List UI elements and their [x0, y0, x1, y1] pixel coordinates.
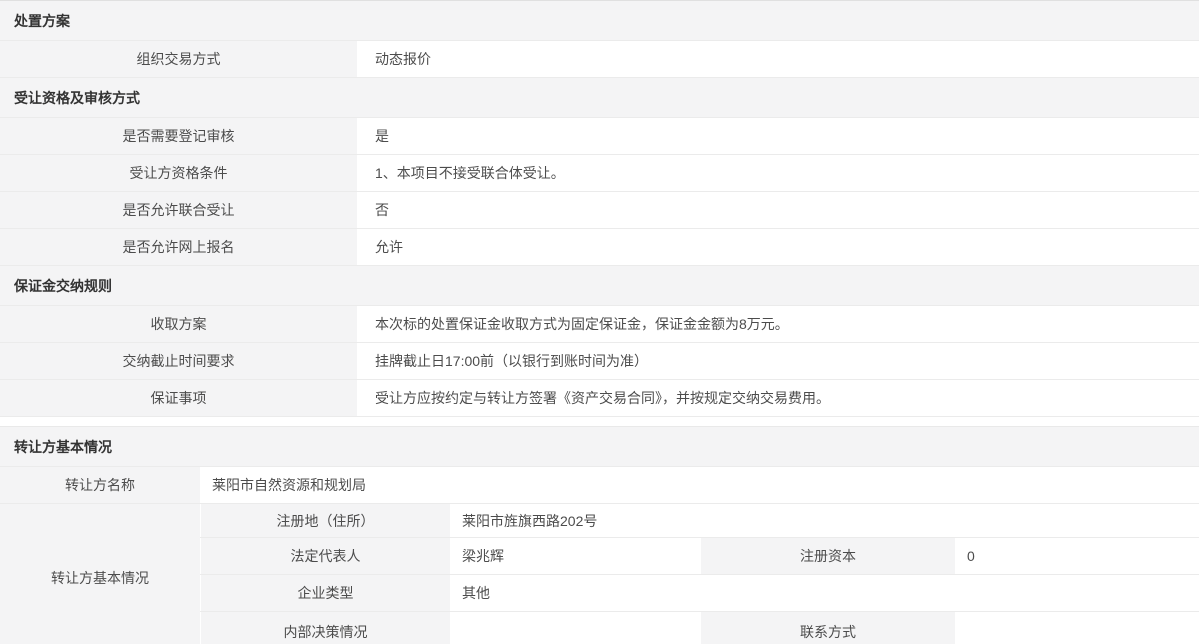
field-value-payment-deadline: 挂牌截止日17:00前（以银行到账时间为准） — [357, 343, 1199, 379]
field-label-registered-address: 注册地（住所） — [200, 504, 450, 537]
table-row: 保证事项 受让方应按约定与转让方签署《资产交易合同》，并按规定交纳交易费用。 — [0, 380, 1199, 417]
field-value-transferor-name: 莱阳市自然资源和规划局 — [200, 467, 1199, 503]
section-header-transferor-basic-info: 转让方基本情况 — [0, 427, 1199, 467]
field-label-trade-method: 组织交易方式 — [0, 41, 357, 77]
field-label-collection-plan: 收取方案 — [0, 306, 357, 342]
transferor-info-table: 转让方基本情况 转让方名称 莱阳市自然资源和规划局 转让方基本情况 注册地（住所… — [0, 426, 1199, 644]
listing-detail-page: 处置方案 组织交易方式 动态报价 受让资格及审核方式 是否需要登记审核 是 受让… — [0, 0, 1199, 644]
table-row: 法定代表人 梁兆辉 注册资本 0 — [200, 538, 1199, 575]
field-label-online-signup: 是否允许网上报名 — [0, 229, 357, 265]
field-value-collection-plan: 本次标的处置保证金收取方式为固定保证金，保证金金额为8万元。 — [357, 306, 1199, 342]
field-label-registration-review: 是否需要登记审核 — [0, 118, 357, 154]
field-value-online-signup: 允许 — [357, 229, 1199, 265]
field-value-internal-decision — [450, 612, 700, 644]
nested-rows: 注册地（住所） 莱阳市旌旗西路202号 法定代表人 梁兆辉 注册资本 0 企业类… — [200, 504, 1199, 644]
table-row: 收取方案 本次标的处置保证金收取方式为固定保证金，保证金金额为8万元。 — [0, 306, 1199, 343]
field-value-company-type: 其他 — [450, 575, 1199, 611]
section-gap — [0, 417, 1199, 426]
field-label-joint-transfer: 是否允许联合受让 — [0, 192, 357, 228]
field-label-internal-decision: 内部决策情况 — [200, 612, 450, 644]
section-header-disposal-plan: 处置方案 — [0, 1, 1199, 41]
field-label-payment-deadline: 交纳截止时间要求 — [0, 343, 357, 379]
field-value-guarantee-matters: 受让方应按约定与转让方签署《资产交易合同》，并按规定交纳交易费用。 — [357, 380, 1199, 416]
field-value-qualification-condition: 1、本项目不接受联合体受让。 — [357, 155, 1199, 191]
group-span-label: 转让方基本情况 — [0, 504, 200, 644]
section-header-transferee-qualification: 受让资格及审核方式 — [0, 78, 1199, 118]
field-value-legal-representative: 梁兆辉 — [450, 538, 700, 574]
field-label-guarantee-matters: 保证事项 — [0, 380, 357, 416]
field-value-contact-info — [955, 612, 1199, 644]
field-value-registered-address: 莱阳市旌旗西路202号 — [450, 504, 1199, 537]
field-label-legal-representative: 法定代表人 — [200, 538, 450, 574]
table-row: 注册地（住所） 莱阳市旌旗西路202号 — [200, 504, 1199, 538]
field-label-contact-info: 联系方式 — [700, 612, 955, 644]
field-label-transferor-name: 转让方名称 — [0, 467, 200, 503]
table-row: 受让方资格条件 1、本项目不接受联合体受让。 — [0, 155, 1199, 192]
transferor-detail-group: 转让方基本情况 注册地（住所） 莱阳市旌旗西路202号 法定代表人 梁兆辉 注册… — [0, 504, 1199, 644]
field-value-registered-capital: 0 — [955, 538, 1199, 574]
table-row: 是否允许联合受让 否 — [0, 192, 1199, 229]
section-header-deposit-rules: 保证金交纳规则 — [0, 266, 1199, 306]
field-value-trade-method: 动态报价 — [357, 41, 1199, 77]
field-label-qualification-condition: 受让方资格条件 — [0, 155, 357, 191]
disposal-info-table: 处置方案 组织交易方式 动态报价 受让资格及审核方式 是否需要登记审核 是 受让… — [0, 0, 1199, 417]
field-value-joint-transfer: 否 — [357, 192, 1199, 228]
table-row: 是否需要登记审核 是 — [0, 118, 1199, 155]
table-row: 内部决策情况 联系方式 — [200, 612, 1199, 644]
table-row: 是否允许网上报名 允许 — [0, 229, 1199, 266]
table-row: 企业类型 其他 — [200, 575, 1199, 612]
table-row: 组织交易方式 动态报价 — [0, 41, 1199, 78]
table-row: 交纳截止时间要求 挂牌截止日17:00前（以银行到账时间为准） — [0, 343, 1199, 380]
field-label-registered-capital: 注册资本 — [700, 538, 955, 574]
field-value-registration-review: 是 — [357, 118, 1199, 154]
field-label-company-type: 企业类型 — [200, 575, 450, 611]
table-row: 转让方名称 莱阳市自然资源和规划局 — [0, 467, 1199, 504]
